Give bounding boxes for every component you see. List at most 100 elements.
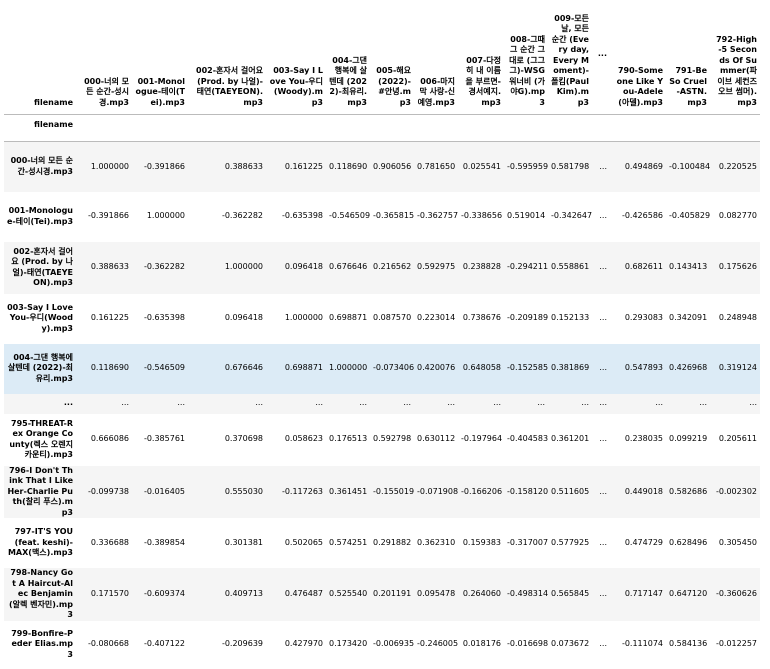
table-cell: -0.365815 [373,211,414,221]
table-cell: 0.582686 [669,486,708,496]
table-cell: -0.294211 [507,262,548,272]
row-label: ... [63,398,73,408]
table-cell: 0.176513 [329,434,368,444]
table-cell: ... [655,398,663,408]
table-cell: ... [599,363,607,373]
table-cell: ... [315,398,323,408]
column-header: 005-해요 (2022)-#안녕.mp3 [370,0,414,115]
table-cell: -0.362282 [143,262,185,272]
table-cell: ... [493,398,501,408]
row-label: 004-그댄 행복에 살텐데 (2022)-최유리.mp3 [7,352,73,383]
table-cell: -0.609374 [143,589,185,598]
table-cell: ... [537,398,545,408]
table-cell: 0.502065 [284,537,323,547]
table-cell: 0.161225 [284,161,323,171]
table-cell: -0.635398 [143,313,185,323]
table-cell: 0.519014 [507,211,546,221]
table-cell: 0.161225 [90,313,129,323]
table-cell: 0.476487 [284,589,323,598]
table-cell: -0.209189 [507,313,548,323]
column-header: 000-너의 모든 순간-성시경.mp3 [76,0,132,115]
table-cell: -0.100484 [669,161,710,171]
table-cell: 0.293083 [624,313,663,323]
table-cell: 0.565845 [551,589,590,598]
table-cell: -0.246005 [417,639,458,649]
row-label: 796-I Don't Think That I Like Her-Charli… [7,465,73,517]
table-cell: -0.158120 [507,486,548,496]
table-cell: -0.016405 [143,486,185,496]
column-header: 007-다정히 내 이름을 부르면-경서예지.mp3 [458,0,504,115]
table-cell: -0.111074 [621,639,663,649]
table-cell: 0.361451 [329,486,368,496]
table-cell: 0.216562 [373,262,412,272]
table-cell: 0.175626 [718,262,757,272]
table-row-highlighted: 004-그댄 행복에 살텐데 (2022)-최유리.mp3 0.118690 -… [4,343,760,394]
table-cell: -0.342647 [551,211,592,221]
table-cell: 0.220525 [718,161,757,171]
table-cell: 0.628496 [669,537,708,547]
table-cell: -0.012257 [715,639,757,649]
table-cell: 0.647120 [669,589,708,598]
column-header: 792-High-5 Seconds Of Summer(파이브 세컨즈 오브 … [710,0,760,115]
table-cell: -0.006935 [373,639,414,649]
table-cell: 1.000000 [90,161,129,171]
column-header: 006-마지막 사랑-신예영.mp3 [414,0,458,115]
table-cell: -0.426586 [621,211,663,221]
table-cell: 0.118690 [329,161,368,171]
row-label: 795-THREAT-Rex Orange County(렉스 오렌지 카운티)… [9,418,73,460]
table-cell: 1.000000 [224,262,263,272]
table-cell: 0.096418 [224,313,263,323]
index-name-row: filename [4,114,760,142]
column-header-ellipsis: ... [592,0,610,115]
table-cell: -0.317007 [507,537,548,547]
table-cell: -0.389854 [143,537,185,547]
table-cell: 0.143413 [669,262,708,272]
table-cell: 0.630112 [417,434,456,444]
table-cell: -0.635398 [281,211,323,221]
table-row: 798-Nancy Got A Haircut-Alec Benjamin(알렉… [4,568,760,621]
table-cell: 0.205611 [718,434,757,444]
table-row: 001-Monologue-테이(Tei).mp3 -0.391866 1.00… [4,192,760,242]
table-cell: 0.073672 [551,639,590,649]
table-cell: 0.426968 [669,363,708,373]
table-cell: -0.546509 [143,363,185,373]
table-cell: -0.404583 [507,434,548,444]
table-cell: 0.381869 [551,363,590,373]
table-cell: 0.082770 [718,211,757,221]
column-header: 002-혼자서 걸어요 (Prod. by 나얼)-태연(TAEYEON).mp… [188,0,266,115]
table-cell: -0.099738 [87,486,129,496]
table-cell: 0.301381 [224,537,263,547]
table-cell: 0.738676 [462,313,501,323]
table-cell: -0.338656 [461,211,503,221]
table-cell: 0.171570 [90,589,129,598]
column-header-row: filename 000-너의 모든 순간-성시경.mp3 001-Monolo… [4,0,760,115]
column-header: 790-Someone Like You-Adele(아델).mp3 [610,0,666,115]
table-cell: 0.361201 [551,434,590,444]
table-cell: -0.197964 [461,434,503,444]
row-label: 001-Monologue-테이(Tei).mp3 [7,206,74,226]
table-cell: 0.474729 [624,537,663,547]
table-cell: 0.223014 [417,313,456,323]
table-cell: 0.781650 [417,161,456,171]
table-cell: 0.648058 [462,363,501,373]
table-cell: 0.264060 [462,589,501,598]
table-cell: ... [447,398,455,408]
table-cell: -0.362282 [221,211,263,221]
correlation-table: filename 000-너의 모든 순간-성시경.mp3 001-Monolo… [4,0,760,669]
table-cell: ... [255,398,263,408]
table-row: 003-Say I Love You-우디(Woody).mp3 0.16122… [4,294,760,344]
table-cell: 0.558861 [551,262,590,272]
table-cell: -0.595959 [507,161,548,171]
table-cell: 0.173420 [329,639,368,649]
table-cell: ... [581,398,589,408]
table-cell: 0.362310 [417,537,456,547]
table-cell: 0.525540 [329,589,368,598]
table-cell: 0.547893 [624,363,663,373]
table-cell: -0.080668 [87,639,129,649]
table-row: 797-IT'S YOU (feat. keshi)-MAX(맥스).mp3 0… [4,518,760,568]
table-cell: 0.336688 [90,537,129,547]
table-cell: 0.717147 [624,589,663,598]
column-header: 009-모든 날, 모든 순간 (Every day, Every Moment… [548,0,592,115]
table-cell: 0.577925 [551,537,590,547]
table-cell: ... [599,161,607,171]
